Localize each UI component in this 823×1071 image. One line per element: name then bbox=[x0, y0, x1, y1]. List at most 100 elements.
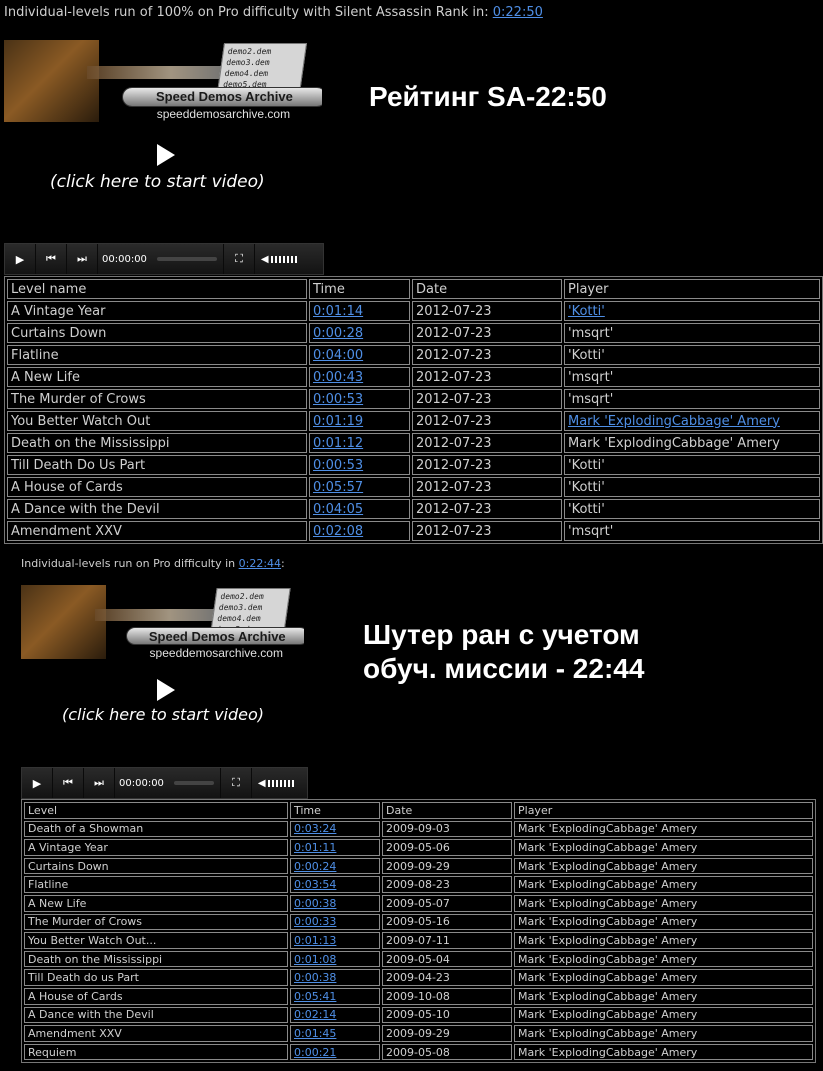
seek-bar[interactable] bbox=[156, 257, 217, 261]
run-time-link[interactable]: 0:02:08 bbox=[313, 524, 363, 539]
level-name-cell: Death on the Mississippi bbox=[24, 950, 288, 968]
soldier-image bbox=[4, 40, 100, 122]
table-row: You Better Watch Out... 0:01:13 2009-07-11… bbox=[24, 932, 813, 949]
play-button-icon[interactable]: ▶ bbox=[22, 768, 53, 798]
date-cell: 2009-04-23 bbox=[382, 969, 512, 986]
date-cell: 2012-07-23 bbox=[412, 499, 562, 519]
next-button-icon[interactable]: ⏭ bbox=[67, 244, 98, 274]
level-name-cell: A Vintage Year bbox=[7, 301, 307, 321]
table-header-row: Level Time Date Player bbox=[24, 802, 813, 819]
run-time-link[interactable]: 0:00:53 bbox=[313, 392, 363, 407]
table-row: A Vintage Year 0:01:14 2012-07-23 'Kotti' bbox=[7, 301, 820, 321]
table-row: A House of Cards 0:05:57 2012-07-23 'Kotti' bbox=[7, 477, 820, 497]
run-time-link[interactable]: 0:05:57 bbox=[313, 480, 363, 495]
volume-icon[interactable]: ◀ bbox=[252, 778, 300, 789]
table-row: A New Life 0:00:43 2012-07-23'msqrt' bbox=[7, 367, 820, 387]
level-name-cell: The Murder of Crows bbox=[24, 913, 288, 931]
player-cell: 'msqrt' bbox=[564, 389, 820, 409]
level-name-cell: Amendment XXV bbox=[7, 521, 307, 541]
run-time-link[interactable]: 0:01:19 bbox=[313, 414, 363, 429]
date-cell: 2012-07-23 bbox=[412, 345, 562, 365]
section2-runs-table: Level Time Date Player Death of a Showma… bbox=[21, 799, 816, 1064]
table-row: The Murder of Crows 0:00:33 2009-05-16 Mark… bbox=[24, 913, 813, 931]
run-time-link[interactable]: 0:00:28 bbox=[313, 326, 363, 341]
level-name-cell: Death of a Showman bbox=[24, 820, 288, 838]
table-row: Curtains Down 0:00:24 2009-09-29 Mark 'Expl… bbox=[24, 857, 813, 875]
sda-logo: Speed Demos Archive bbox=[121, 86, 322, 107]
fullscreen-icon[interactable]: ⛶ bbox=[219, 768, 252, 798]
date-cell: 2012-07-23 bbox=[412, 411, 562, 431]
section2-total-time-link[interactable]: 0:22:44 bbox=[239, 557, 281, 570]
run-time-link[interactable]: 0:02:14 bbox=[294, 1008, 336, 1021]
table-row: Flatline 0:03:54 2009-08-23 Mark 'Exploding… bbox=[24, 876, 813, 893]
section1-intro: Individual-levels run of 100% on Pro dif… bbox=[4, 5, 543, 20]
player-link[interactable]: 'Kotti' bbox=[568, 304, 605, 319]
fullscreen-icon[interactable]: ⛶ bbox=[222, 244, 255, 274]
table-row: Amendment XXV 0:02:08 2012-07-23'msqrt' bbox=[7, 521, 820, 541]
run-time-link[interactable]: 0:00:21 bbox=[294, 1046, 336, 1059]
sda-banner: demo2.dem demo3.dem demo4.dem demo5.dem … bbox=[4, 40, 322, 122]
next-button-icon[interactable]: ⏭ bbox=[84, 768, 115, 798]
section1-total-time-link[interactable]: 0:22:50 bbox=[493, 5, 543, 20]
level-name-cell: Curtains Down bbox=[7, 323, 307, 343]
sda-logo: Speed Demos Archive bbox=[125, 627, 304, 646]
level-name-cell: Requiem bbox=[24, 1043, 288, 1061]
run-time-link[interactable]: 0:01:11 bbox=[294, 841, 336, 854]
header-date: Date bbox=[382, 802, 512, 819]
time-cell: 0:04:00 bbox=[309, 345, 410, 365]
level-name-cell: The Murder of Crows bbox=[7, 389, 307, 409]
previous-button-icon[interactable]: ⏮ bbox=[53, 768, 84, 798]
player-cell: Mark 'ExplodingCabbage' Amery bbox=[564, 411, 820, 431]
section2-intro: Individual-levels run on Pro difficulty … bbox=[21, 557, 285, 570]
table-row: Till Death do us Part 0:00:38 2009-04-23 Ma… bbox=[24, 969, 813, 986]
time-cell: 0:03:54 bbox=[290, 876, 380, 893]
time-cell: 0:00:53 bbox=[309, 455, 410, 475]
run-time-link[interactable]: 0:01:12 bbox=[313, 436, 363, 451]
run-time-link[interactable]: 0:01:14 bbox=[313, 304, 363, 319]
start-video-caption[interactable]: (click here to start video) bbox=[62, 705, 264, 724]
level-name-cell: A Dance with the Devil bbox=[24, 1006, 288, 1024]
run-time-link[interactable]: 0:01:13 bbox=[294, 934, 336, 947]
player-cell: 'Kotti' bbox=[564, 455, 820, 475]
time-cell: 0:01:11 bbox=[290, 839, 380, 856]
run-time-link[interactable]: 0:00:38 bbox=[294, 971, 336, 984]
run-time-link[interactable]: 0:03:24 bbox=[294, 822, 336, 835]
run-time-link[interactable]: 0:05:41 bbox=[294, 990, 336, 1003]
player-link[interactable]: Mark 'ExplodingCabbage' Amery bbox=[568, 414, 780, 429]
section2-video[interactable]: demo2.dem demo3.dem demo4.dem demo5.dem … bbox=[21, 585, 306, 760]
seek-bar[interactable] bbox=[173, 781, 214, 785]
level-name-cell: A Vintage Year bbox=[24, 839, 288, 856]
date-cell: 2012-07-23 bbox=[412, 389, 562, 409]
player-cell: Mark 'ExplodingCabbage' Amery bbox=[514, 876, 813, 893]
run-time-link[interactable]: 0:04:05 bbox=[313, 502, 363, 517]
section1-video[interactable]: demo2.dem demo3.dem demo4.dem demo5.dem … bbox=[4, 40, 324, 240]
run-time-link[interactable]: 0:00:38 bbox=[294, 897, 336, 910]
run-time-link[interactable]: 0:01:45 bbox=[294, 1027, 336, 1040]
play-icon[interactable] bbox=[157, 144, 175, 166]
play-icon[interactable] bbox=[157, 679, 175, 701]
run-time-link[interactable]: 0:00:53 bbox=[313, 458, 363, 473]
time-cell: 0:00:38 bbox=[290, 969, 380, 986]
player-cell: Mark 'ExplodingCabbage' Amery bbox=[514, 1043, 813, 1061]
play-button-icon[interactable]: ▶ bbox=[5, 244, 36, 274]
level-name-cell: Amendment XXV bbox=[24, 1025, 288, 1042]
run-time-link[interactable]: 0:00:43 bbox=[313, 370, 363, 385]
sda-banner: demo2.dem demo3.dem demo4.dem demo5.dem … bbox=[21, 585, 304, 659]
time-cell: 0:01:08 bbox=[290, 950, 380, 968]
time-cell: 0:01:45 bbox=[290, 1025, 380, 1042]
time-cell: 0:01:19 bbox=[309, 411, 410, 431]
run-time-link[interactable]: 0:04:00 bbox=[313, 348, 363, 363]
run-time-link[interactable]: 0:03:54 bbox=[294, 878, 336, 891]
run-time-link[interactable]: 0:00:24 bbox=[294, 860, 336, 873]
date-cell: 2009-09-03 bbox=[382, 820, 512, 838]
player-cell: 'Kotti' bbox=[564, 345, 820, 365]
previous-button-icon[interactable]: ⏮ bbox=[36, 244, 67, 274]
date-cell: 2012-07-23 bbox=[412, 323, 562, 343]
volume-icon[interactable]: ◀ bbox=[255, 254, 303, 265]
table-header-row: Level name Time Date Player bbox=[7, 279, 820, 299]
section1-player-controls: ▶ ⏮ ⏭ 00:00:00 ⛶ ◀ bbox=[4, 243, 324, 275]
header-time: Time bbox=[309, 279, 410, 299]
start-video-caption[interactable]: (click here to start video) bbox=[50, 172, 265, 192]
run-time-link[interactable]: 0:01:08 bbox=[294, 953, 336, 966]
run-time-link[interactable]: 0:00:33 bbox=[294, 915, 336, 928]
